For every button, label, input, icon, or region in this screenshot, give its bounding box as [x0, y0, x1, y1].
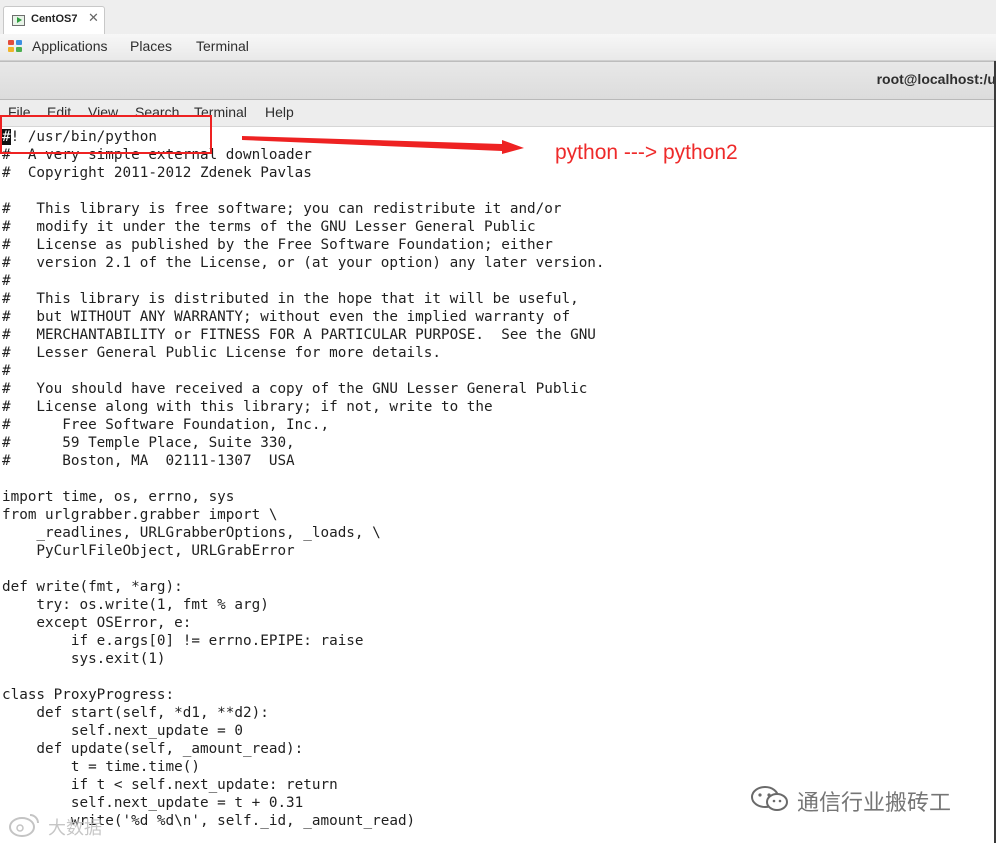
- code-line: # Free Software Foundation, Inc.,: [2, 417, 330, 433]
- code-line: def update(self, _amount_read):: [2, 741, 304, 757]
- wechat-icon: [751, 786, 788, 811]
- red-arrow: [242, 136, 524, 154]
- code-line: # version 2.1 of the License, or (at you…: [2, 255, 605, 271]
- code-line: t = time.time(): [2, 759, 200, 775]
- code-line: #: [2, 363, 11, 379]
- code-line: # This library is free software; you can…: [2, 201, 562, 217]
- watermark-text: 大数据: [48, 818, 102, 839]
- code-line: except OSError, e:: [2, 615, 192, 631]
- watermark-text: 通信行业搬砖工: [797, 791, 952, 816]
- close-icon[interactable]: ✕: [88, 11, 99, 26]
- annotation-highlight-box: [0, 115, 212, 154]
- code-line: def start(self, *d1, **d2):: [2, 705, 269, 721]
- places-menu[interactable]: Places: [130, 38, 172, 54]
- screen: CentOS7 ✕ Applications Places Terminal r…: [0, 0, 996, 843]
- weibo-watermark: 大数据: [8, 812, 102, 842]
- code-line: # License as published by the Free Softw…: [2, 237, 553, 253]
- code-line: from urlgrabber.grabber import \: [2, 507, 278, 523]
- code-line: sys.exit(1): [2, 651, 166, 667]
- code-line: def write(fmt, *arg):: [2, 579, 183, 595]
- annotation-text: python ---> python2: [555, 141, 738, 164]
- code-line: # but WITHOUT ANY WARRANTY; without even…: [2, 309, 571, 325]
- terminal-content[interactable]: #! /usr/bin/python # A very simple extern…: [0, 127, 994, 843]
- code-line: # MERCHANTABILITY or FITNESS FOR A PARTI…: [2, 327, 596, 343]
- code-line: _readlines, URLGrabberOptions, _loads, \: [2, 525, 381, 541]
- code-text: #! /usr/bin/python # A very simple extern…: [2, 128, 605, 830]
- code-line: # This library is distributed in the hop…: [2, 291, 579, 307]
- vm-console-icon: [12, 15, 25, 26]
- code-line: self.next_update = t + 0.31: [2, 795, 304, 811]
- code-line: # modify it under the terms of the GNU L…: [2, 219, 536, 235]
- code-line: try: os.write(1, fmt % arg): [2, 597, 269, 613]
- code-line: # Lesser General Public License for more…: [2, 345, 441, 361]
- code-line: class ProxyProgress:: [2, 687, 175, 703]
- window-title: root@localhost:/u: [876, 71, 996, 87]
- code-line: # Copyright 2011-2012 Zdenek Pavlas: [2, 165, 312, 181]
- code-line: if e.args[0] != errno.EPIPE: raise: [2, 633, 364, 649]
- code-line: # 59 Temple Place, Suite 330,: [2, 435, 295, 451]
- code-line: if t < self.next_update: return: [2, 777, 338, 793]
- vm-tab-label: CentOS7: [31, 13, 78, 25]
- code-line: #: [2, 273, 11, 289]
- applications-menu-icon: [8, 40, 24, 54]
- weibo-icon: [9, 814, 39, 837]
- code-line: # You should have received a copy of the…: [2, 381, 588, 397]
- code-line: self.next_update = 0: [2, 723, 244, 739]
- vm-tab[interactable]: CentOS7 ✕: [3, 6, 105, 34]
- applications-menu[interactable]: Applications: [32, 38, 108, 54]
- menu-help[interactable]: Help: [265, 104, 294, 120]
- window-titlebar[interactable]: root@localhost:/u: [0, 61, 996, 100]
- gnome-top-panel: Applications Places Terminal: [0, 34, 996, 61]
- code-line: # Boston, MA 02111-1307 USA: [2, 453, 295, 469]
- code-line: PyCurlFileObject, URLGrabError: [2, 543, 295, 559]
- terminal-app-menu[interactable]: Terminal: [196, 38, 249, 54]
- code-line: # License along with this library; if no…: [2, 399, 493, 415]
- vm-tab-strip: CentOS7 ✕: [0, 0, 996, 35]
- code-line: import time, os, errno, sys: [2, 489, 235, 505]
